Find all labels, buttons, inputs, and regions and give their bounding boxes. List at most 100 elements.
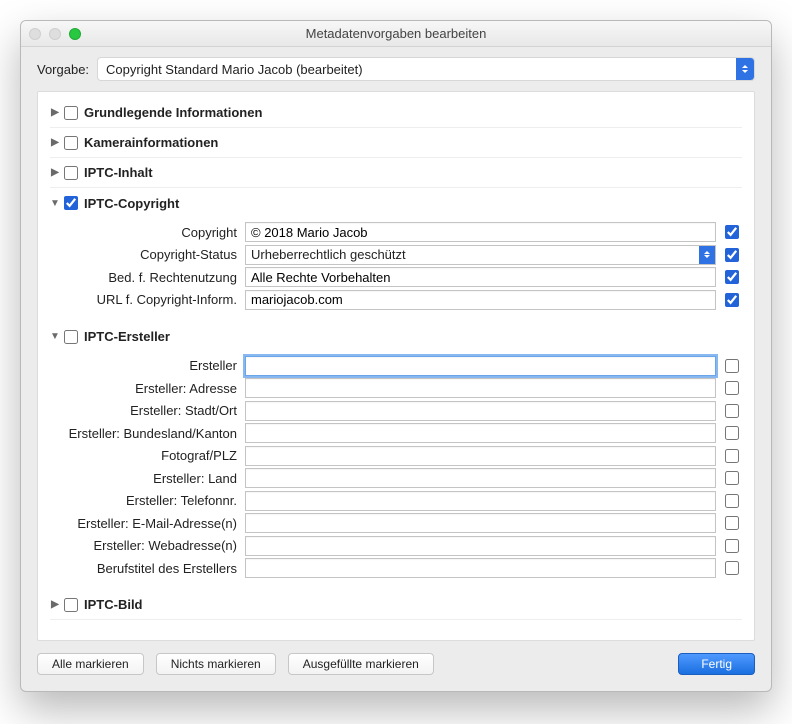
section-iptc-copyright-checkbox[interactable] bbox=[64, 196, 78, 210]
iptc-copyright-fields: Copyright Copyright-Status Urheberrechtl… bbox=[50, 218, 742, 316]
copyright-input[interactable] bbox=[245, 222, 716, 242]
done-button[interactable]: Fertig bbox=[678, 653, 755, 675]
updown-icon bbox=[699, 246, 715, 264]
section-iptc-creator-title: IPTC-Ersteller bbox=[84, 329, 170, 344]
window: Metadatenvorgaben bearbeiten Vorgabe: Co… bbox=[20, 20, 772, 692]
creator-state-row-checkbox[interactable] bbox=[725, 426, 739, 440]
disclosure-right-icon: ▶ bbox=[50, 137, 60, 148]
field-label: Bed. f. Rechtenutzung bbox=[50, 270, 245, 285]
copyright-url-row-checkbox[interactable] bbox=[725, 293, 739, 307]
check-filled-button[interactable]: Ausgefüllte markieren bbox=[288, 653, 434, 675]
disclosure-right-icon: ▶ bbox=[50, 599, 60, 610]
titlebar: Metadatenvorgaben bearbeiten bbox=[21, 21, 771, 47]
creator-phone-row-checkbox[interactable] bbox=[725, 494, 739, 508]
creator-website-row-checkbox[interactable] bbox=[725, 539, 739, 553]
field-label: Ersteller: Telefonnr. bbox=[50, 493, 245, 508]
field-row: Copyright bbox=[50, 222, 742, 242]
copyright-status-select[interactable]: Urheberrechtlich geschützt bbox=[245, 245, 716, 265]
window-controls bbox=[29, 28, 81, 40]
field-row: Copyright-Status Urheberrechtlich geschü… bbox=[50, 245, 742, 265]
field-label: Ersteller bbox=[50, 358, 245, 373]
field-row: Bed. f. Rechtenutzung bbox=[50, 267, 742, 287]
creator-country-row-checkbox[interactable] bbox=[725, 471, 739, 485]
field-row: URL f. Copyright-Inform. bbox=[50, 290, 742, 310]
section-iptc-image[interactable]: ▶ IPTC-Bild bbox=[50, 590, 742, 620]
creator-address-row-checkbox[interactable] bbox=[725, 381, 739, 395]
creator-country-input[interactable] bbox=[245, 468, 716, 488]
field-row: Berufstitel des Erstellers bbox=[50, 558, 742, 578]
field-row: Fotograf/PLZ bbox=[50, 446, 742, 466]
creator-row-checkbox[interactable] bbox=[725, 359, 739, 373]
section-iptc-content-checkbox[interactable] bbox=[64, 166, 78, 180]
creator-city-row-checkbox[interactable] bbox=[725, 404, 739, 418]
copyright-status-value: Urheberrechtlich geschützt bbox=[251, 247, 406, 262]
creator-zip-row-checkbox[interactable] bbox=[725, 449, 739, 463]
zoom-button[interactable] bbox=[69, 28, 81, 40]
copyright-status-row-checkbox[interactable] bbox=[725, 248, 739, 262]
creator-city-input[interactable] bbox=[245, 401, 716, 421]
field-label: Ersteller: E-Mail-Adresse(n) bbox=[50, 516, 245, 531]
field-row: Ersteller bbox=[50, 356, 742, 376]
field-label: URL f. Copyright-Inform. bbox=[50, 292, 245, 307]
section-iptc-copyright[interactable]: ▼ IPTC-Copyright bbox=[50, 188, 742, 218]
creator-address-input[interactable] bbox=[245, 378, 716, 398]
metadata-panel[interactable]: ▶ Grundlegende Informationen ▶ Kamerainf… bbox=[37, 91, 755, 641]
preset-select[interactable]: Copyright Standard Mario Jacob (bearbeit… bbox=[97, 57, 755, 81]
creator-jobtitle-row-checkbox[interactable] bbox=[725, 561, 739, 575]
creator-input[interactable] bbox=[245, 356, 716, 376]
disclosure-right-icon: ▶ bbox=[50, 167, 60, 178]
disclosure-right-icon: ▶ bbox=[50, 107, 60, 118]
section-basic[interactable]: ▶ Grundlegende Informationen bbox=[50, 98, 742, 128]
iptc-creator-fields: Ersteller Ersteller: Adresse Ersteller: … bbox=[50, 352, 742, 585]
section-iptc-content-title: IPTC-Inhalt bbox=[84, 165, 153, 180]
disclosure-down-icon: ▼ bbox=[50, 198, 60, 209]
creator-email-input[interactable] bbox=[245, 513, 716, 533]
creator-state-input[interactable] bbox=[245, 423, 716, 443]
section-iptc-creator-checkbox[interactable] bbox=[64, 330, 78, 344]
field-label: Ersteller: Land bbox=[50, 471, 245, 486]
section-iptc-creator[interactable]: ▼ IPTC-Ersteller bbox=[50, 322, 742, 352]
section-iptc-image-title: IPTC-Bild bbox=[84, 597, 143, 612]
creator-zip-input[interactable] bbox=[245, 446, 716, 466]
section-iptc-image-checkbox[interactable] bbox=[64, 598, 78, 612]
field-row: Ersteller: Stadt/Ort bbox=[50, 401, 742, 421]
creator-email-row-checkbox[interactable] bbox=[725, 516, 739, 530]
field-row: Ersteller: Webadresse(n) bbox=[50, 536, 742, 556]
field-label: Ersteller: Stadt/Ort bbox=[50, 403, 245, 418]
field-label: Fotograf/PLZ bbox=[50, 448, 245, 463]
preset-row: Vorgabe: Copyright Standard Mario Jacob … bbox=[21, 47, 771, 91]
check-all-button[interactable]: Alle markieren bbox=[37, 653, 144, 675]
section-camera-checkbox[interactable] bbox=[64, 136, 78, 150]
field-label: Ersteller: Bundesland/Kanton bbox=[50, 426, 245, 441]
section-camera-title: Kamerainformationen bbox=[84, 135, 218, 150]
window-title: Metadatenvorgaben bearbeiten bbox=[21, 26, 771, 41]
section-basic-title: Grundlegende Informationen bbox=[84, 105, 262, 120]
minimize-button[interactable] bbox=[49, 28, 61, 40]
field-label: Copyright bbox=[50, 225, 245, 240]
rights-input[interactable] bbox=[245, 267, 716, 287]
field-row: Ersteller: Land bbox=[50, 468, 742, 488]
disclosure-down-icon: ▼ bbox=[50, 331, 60, 342]
close-button[interactable] bbox=[29, 28, 41, 40]
section-iptc-copyright-title: IPTC-Copyright bbox=[84, 196, 179, 211]
section-iptc-content[interactable]: ▶ IPTC-Inhalt bbox=[50, 158, 742, 188]
field-label: Ersteller: Webadresse(n) bbox=[50, 538, 245, 553]
field-row: Ersteller: E-Mail-Adresse(n) bbox=[50, 513, 742, 533]
copyright-row-checkbox[interactable] bbox=[725, 225, 739, 239]
preset-label: Vorgabe: bbox=[37, 62, 89, 77]
field-row: Ersteller: Adresse bbox=[50, 378, 742, 398]
field-row: Ersteller: Bundesland/Kanton bbox=[50, 423, 742, 443]
rights-row-checkbox[interactable] bbox=[725, 270, 739, 284]
updown-icon bbox=[736, 58, 754, 80]
creator-phone-input[interactable] bbox=[245, 491, 716, 511]
field-row: Ersteller: Telefonnr. bbox=[50, 491, 742, 511]
field-label: Berufstitel des Erstellers bbox=[50, 561, 245, 576]
creator-jobtitle-input[interactable] bbox=[245, 558, 716, 578]
section-camera[interactable]: ▶ Kamerainformationen bbox=[50, 128, 742, 158]
check-none-button[interactable]: Nichts markieren bbox=[156, 653, 276, 675]
field-label: Copyright-Status bbox=[50, 247, 245, 262]
creator-website-input[interactable] bbox=[245, 536, 716, 556]
section-basic-checkbox[interactable] bbox=[64, 106, 78, 120]
copyright-url-input[interactable] bbox=[245, 290, 716, 310]
field-label: Ersteller: Adresse bbox=[50, 381, 245, 396]
